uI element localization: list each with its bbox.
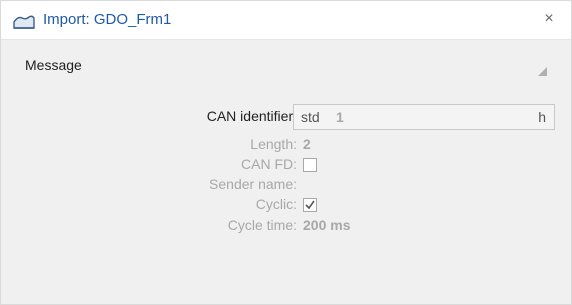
can-identifier-field[interactable]: std 1 h [293, 104, 555, 130]
can-identifier-suffix: h [538, 109, 546, 125]
can-identifier-value: 1 [336, 109, 344, 125]
row-sender-name: Sender name: [11, 176, 561, 196]
collapse-triangle-icon[interactable] [538, 63, 547, 76]
row-length: Length: 2 [11, 136, 561, 156]
cyclic-checkbox[interactable] [303, 198, 317, 212]
row-can-identifier: CAN identifier: std 1 h [11, 104, 561, 130]
row-cycle-time: Cycle time: 200 ms [11, 217, 561, 237]
sender-name-label: Sender name: [209, 176, 297, 192]
close-button[interactable]: × [539, 9, 559, 29]
import-panel: Import: GDO_Frm1 × Message CAN identifie… [0, 0, 572, 305]
row-cyclic: Cyclic: [11, 196, 561, 216]
can-fd-checkbox[interactable] [303, 158, 317, 172]
length-value: 2 [303, 136, 311, 152]
can-identifier-prefix: std [301, 109, 320, 125]
cycle-time-value: 200 ms [303, 217, 351, 233]
waveform-icon [13, 13, 35, 29]
message-properties: CAN identifier: std 1 h Length: 2 CAN FD… [11, 81, 561, 296]
can-identifier-label: CAN identifier: [206, 108, 297, 124]
length-label: Length: [250, 136, 297, 152]
section-header-message[interactable]: Message [11, 53, 561, 77]
can-fd-label: CAN FD: [241, 156, 297, 172]
row-can-fd: CAN FD: [11, 156, 561, 176]
checkmark-icon [305, 200, 315, 210]
cyclic-label: Cyclic: [255, 196, 297, 212]
window-title: Import: GDO_Frm1 [43, 11, 172, 28]
title-bar: Import: GDO_Frm1 × [1, 1, 571, 40]
cycle-time-label: Cycle time: [227, 217, 297, 233]
section-title: Message [25, 57, 82, 73]
